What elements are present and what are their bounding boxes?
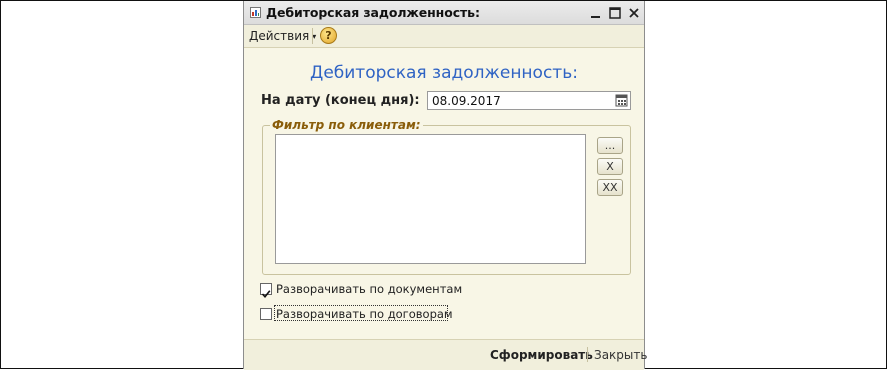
clear-all-clients-button[interactable]: XX	[597, 179, 623, 196]
expand-by-documents-label: Разворачивать по документам	[276, 282, 463, 296]
report-window: Дебиторская задолженность: Действия▾ ?	[243, 1, 647, 370]
command-bar: Сформировать Закрыть	[244, 339, 647, 370]
toolbar-separator	[312, 28, 313, 44]
footer-separator	[587, 347, 588, 362]
checkmark-icon	[261, 290, 271, 299]
close-button[interactable]: Закрыть	[594, 348, 647, 362]
title-bar[interactable]: Дебиторская задолженность:	[244, 1, 644, 25]
expand-by-contracts-checkbox[interactable]	[260, 308, 272, 320]
help-button[interactable]: ?	[320, 27, 337, 44]
expand-by-contracts-label: Разворачивать по договорам	[276, 307, 453, 321]
report-icon	[250, 7, 261, 18]
expand-by-documents-checkbox[interactable]	[260, 283, 272, 299]
actions-menu-label: Действия	[249, 29, 310, 43]
minimize-button[interactable]	[589, 5, 603, 19]
form-title: Дебиторская задолженность:	[310, 63, 578, 83]
date-value: 08.09.2017	[432, 94, 501, 108]
date-input[interactable]: 08.09.2017	[427, 91, 631, 110]
date-label: На дату (конец дня):	[261, 93, 420, 108]
close-window-button[interactable]	[627, 5, 641, 19]
client-filter-list[interactable]	[275, 134, 586, 264]
client-filter-legend: Фильтр по клиентам:	[270, 118, 423, 132]
maximize-button[interactable]	[608, 5, 622, 19]
remove-client-button[interactable]: X	[597, 158, 623, 175]
actions-menu-button[interactable]: Действия ▾	[249, 29, 316, 43]
window-title: Дебиторская задолженность:	[266, 5, 480, 20]
calendar-icon[interactable]	[614, 93, 629, 108]
select-clients-button[interactable]: ...	[597, 137, 623, 154]
toolbar: Действия ▾ ?	[244, 25, 644, 48]
help-icon: ?	[325, 29, 332, 42]
generate-report-button[interactable]: Сформировать	[490, 348, 593, 362]
